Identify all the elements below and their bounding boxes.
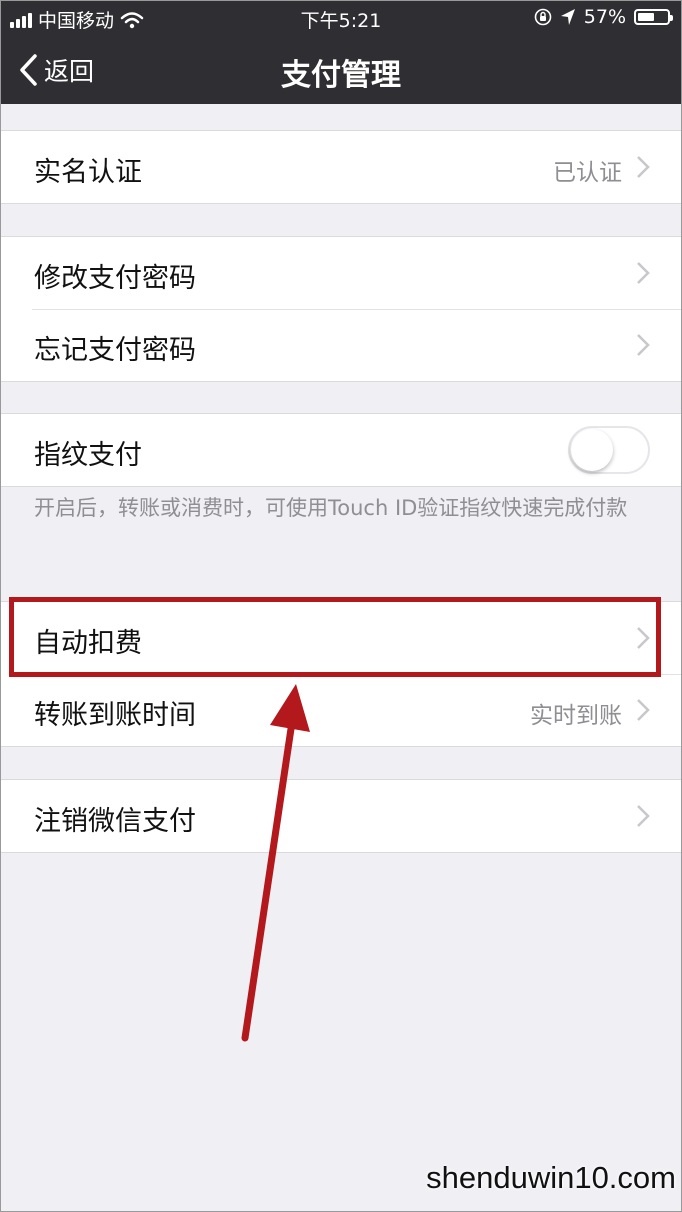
row-label: 实名认证 xyxy=(34,157,142,188)
status-bar: 中国移动 下午5:21 57% xyxy=(0,0,682,36)
fingerprint-note: 开启后，转账或消费时，可使用Touch ID验证指纹快速完成付款 xyxy=(34,496,628,520)
battery-fill xyxy=(638,13,654,21)
status-right: 57% xyxy=(534,6,673,28)
group-deduction: 自动扣费 转账到账时间 实时到账 xyxy=(0,601,682,747)
chevron-right-icon xyxy=(637,156,650,178)
row-label: 指纹支付 xyxy=(34,440,142,471)
row-real-name-verification[interactable]: 实名认证 已认证 xyxy=(0,131,682,203)
group-fingerprint: 指纹支付 xyxy=(0,413,682,487)
group-identity: 实名认证 已认证 xyxy=(0,130,682,204)
row-fingerprint-payment: 指纹支付 xyxy=(0,414,682,486)
watermark: shenduwin10.com xyxy=(426,1160,676,1195)
row-label: 转账到账时间 xyxy=(34,700,196,731)
chevron-right-icon xyxy=(637,699,650,721)
row-auto-deduction[interactable]: 自动扣费 xyxy=(0,602,682,674)
battery-percent: 57% xyxy=(583,6,626,28)
battery-icon xyxy=(634,9,673,25)
navigation-bar: 返回 支付管理 xyxy=(0,36,682,104)
row-label: 修改支付密码 xyxy=(34,263,196,294)
row-forgot-payment-password[interactable]: 忘记支付密码 xyxy=(0,309,682,381)
arrow-shaft xyxy=(241,718,296,1042)
row-label: 注销微信支付 xyxy=(34,806,196,837)
row-change-payment-password[interactable]: 修改支付密码 xyxy=(0,237,682,309)
row-cancel-wechat-pay[interactable]: 注销微信支付 xyxy=(0,780,682,852)
row-label: 自动扣费 xyxy=(34,628,142,659)
chevron-right-icon xyxy=(637,262,650,284)
fingerprint-toggle[interactable] xyxy=(568,426,650,474)
chevron-right-icon xyxy=(637,805,650,827)
page-title: 支付管理 xyxy=(281,58,401,93)
toggle-knob xyxy=(571,429,613,471)
chevron-right-icon xyxy=(637,334,650,356)
orientation-lock-icon xyxy=(534,8,552,26)
row-label: 忘记支付密码 xyxy=(34,335,196,366)
row-value: 实时到账 xyxy=(530,703,622,729)
row-value: 已认证 xyxy=(553,160,622,186)
group-cancel: 注销微信支付 xyxy=(0,779,682,853)
group-password: 修改支付密码 忘记支付密码 xyxy=(0,236,682,382)
chevron-right-icon xyxy=(637,627,650,649)
row-transfer-arrival-time[interactable]: 转账到账时间 实时到账 xyxy=(0,674,682,746)
location-icon xyxy=(560,9,575,25)
top-bar: 中国移动 下午5:21 57% 返回 支付管理 xyxy=(0,0,682,104)
